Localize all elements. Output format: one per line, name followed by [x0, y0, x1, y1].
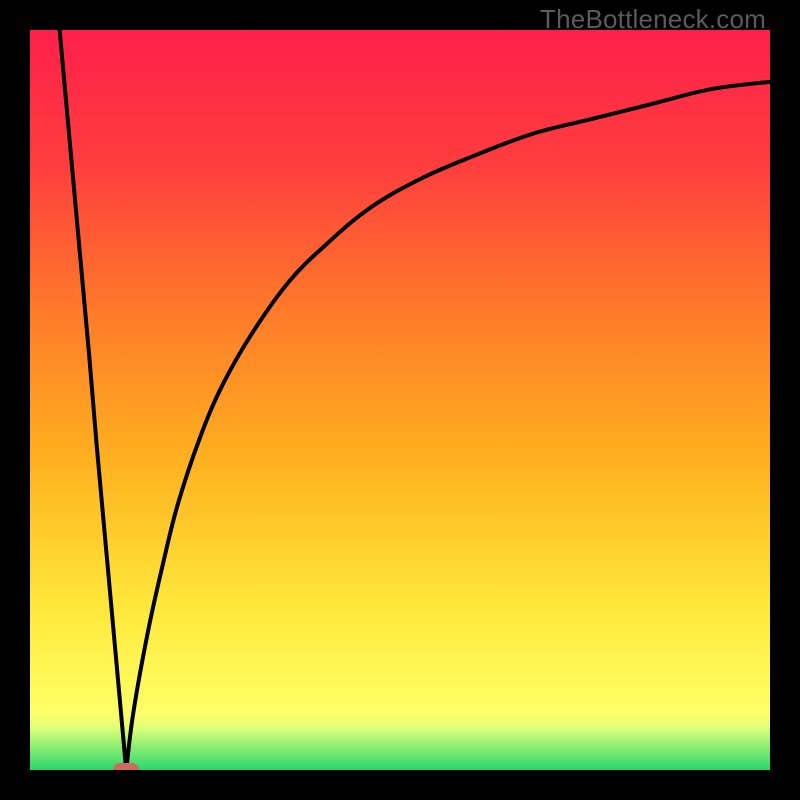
green-band: [30, 707, 770, 770]
chart-frame: TheBottleneck.com: [0, 0, 800, 800]
plot-svg: [30, 30, 770, 770]
plot-area: [30, 30, 770, 770]
minimum-marker: [113, 763, 139, 770]
